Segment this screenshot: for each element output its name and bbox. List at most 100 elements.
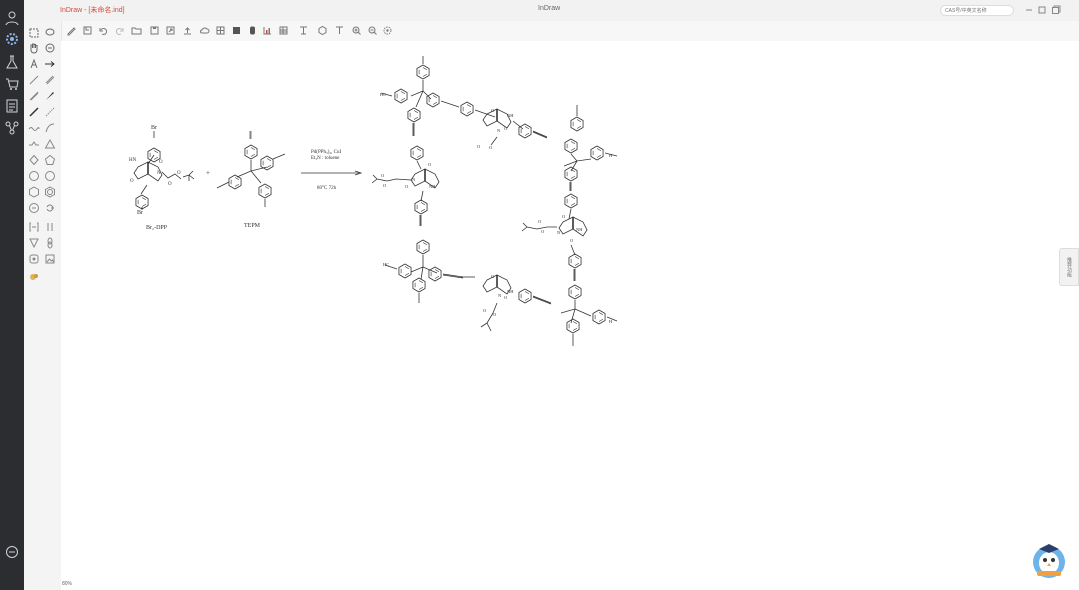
svg-text:NH: NH xyxy=(507,113,514,118)
pentagon-icon[interactable] xyxy=(44,154,56,166)
svg-text:HN: HN xyxy=(129,158,137,163)
svg-text:Br: Br xyxy=(151,125,157,131)
cyclopentane-icon[interactable] xyxy=(28,186,40,198)
cart-icon[interactable] xyxy=(4,76,20,92)
export-icon[interactable] xyxy=(165,25,176,36)
cyclohexane-icon[interactable] xyxy=(44,170,56,182)
wave-icon[interactable] xyxy=(28,122,40,134)
ring-icon[interactable] xyxy=(317,25,328,36)
reaction-arrow[interactable]: Pd(PPh₃)₄, CuI Et₃N : toluene 80°C 72h xyxy=(301,150,363,191)
bond-single-icon[interactable] xyxy=(28,74,40,86)
table-tool-icon[interactable] xyxy=(28,221,40,233)
minimize-icon[interactable] xyxy=(1023,4,1035,16)
triangle-icon[interactable] xyxy=(44,138,56,150)
eraser-icon[interactable] xyxy=(44,42,56,54)
redo-icon[interactable] xyxy=(114,25,125,36)
hexagon-icon[interactable] xyxy=(28,154,40,166)
reactant-br2-dpp[interactable]: Br HN O O N O O Br Br₂-DPP xyxy=(129,125,195,231)
svg-text:O: O xyxy=(168,182,172,187)
product-macrocycle[interactable] xyxy=(371,56,618,346)
text-icon[interactable] xyxy=(334,25,345,36)
svg-text:O: O xyxy=(493,312,497,317)
benzene-icon[interactable] xyxy=(28,138,40,150)
svg-text:O: O xyxy=(489,145,493,150)
hand-icon[interactable] xyxy=(28,42,40,54)
grid-icon[interactable] xyxy=(215,25,226,36)
save-icon[interactable] xyxy=(149,25,160,36)
chat-icon[interactable] xyxy=(4,544,20,560)
svg-text:O: O xyxy=(562,214,566,219)
svg-text:O: O xyxy=(428,162,432,167)
app-name: InDraw xyxy=(538,5,561,12)
molecule-icon[interactable] xyxy=(4,120,20,136)
conditions-line2: Et₃N : toluene xyxy=(311,156,340,161)
rect-select-icon[interactable] xyxy=(28,27,40,39)
svg-text:O: O xyxy=(381,173,385,178)
tool-palette xyxy=(24,21,62,590)
select-icon[interactable] xyxy=(231,25,242,36)
line-icon[interactable] xyxy=(28,106,40,118)
svg-text:N: N xyxy=(497,128,501,133)
maximize-icon[interactable] xyxy=(1036,4,1048,16)
open-icon[interactable] xyxy=(82,25,93,36)
settings-icon[interactable] xyxy=(382,25,393,36)
folder-icon[interactable] xyxy=(131,25,142,36)
lasso-icon[interactable] xyxy=(44,27,56,39)
orbital-icon[interactable] xyxy=(44,221,56,233)
zoom-in-icon[interactable] xyxy=(351,25,362,36)
flask-icon[interactable] xyxy=(4,54,20,70)
document-icon[interactable] xyxy=(4,98,20,114)
svg-text:H: H xyxy=(609,319,613,324)
svg-text:O: O xyxy=(541,229,545,234)
settings-icon[interactable] xyxy=(4,31,20,47)
atom-icon[interactable] xyxy=(28,253,40,265)
arrow-tool-icon[interactable] xyxy=(44,58,56,70)
restore-icon[interactable] xyxy=(1050,4,1062,16)
conditions-line3: 80°C 72h xyxy=(317,186,337,191)
structure-icon[interactable] xyxy=(298,25,309,36)
undo-icon[interactable] xyxy=(98,25,109,36)
title-bar: InDraw - [未命名.ind] InDraw xyxy=(24,0,1079,22)
curve-icon[interactable] xyxy=(44,122,56,134)
plus-sign: + xyxy=(206,169,210,177)
flask-tool-icon[interactable] xyxy=(28,237,40,249)
main-toolbar xyxy=(61,21,1079,42)
bracket-icon[interactable] xyxy=(28,202,40,214)
cloud-icon[interactable] xyxy=(199,25,210,36)
circle-icon[interactable] xyxy=(28,170,40,182)
table-icon[interactable] xyxy=(278,25,289,36)
zoom-out-icon[interactable] xyxy=(367,25,378,36)
user-icon[interactable] xyxy=(4,10,20,26)
upload-icon[interactable] xyxy=(182,25,193,36)
recommend-tab[interactable]: 推荐功能 xyxy=(1059,248,1079,286)
symbol-icon[interactable] xyxy=(44,202,56,214)
svg-text:H: H xyxy=(609,153,613,158)
template-icon[interactable] xyxy=(44,237,56,249)
chart-icon[interactable] xyxy=(262,25,273,36)
search-input[interactable] xyxy=(940,5,1014,16)
cycloheptane-icon[interactable] xyxy=(44,186,56,198)
svg-text:O: O xyxy=(383,183,387,188)
bond-hash-icon[interactable] xyxy=(44,90,56,102)
svg-text:NH: NH xyxy=(507,289,514,294)
left-app-bar xyxy=(0,0,24,590)
text-tool-icon[interactable] xyxy=(28,58,40,70)
reaction-scheme[interactable]: Br HN O O N O O Br Br₂-DPP + TEPM Pd(PPh… xyxy=(61,41,1079,590)
svg-text:O: O xyxy=(504,295,508,300)
color-icon[interactable] xyxy=(247,25,258,36)
svg-text:O: O xyxy=(570,238,574,243)
chain-icon[interactable] xyxy=(44,106,56,118)
svg-text:O: O xyxy=(538,219,542,224)
image-icon[interactable] xyxy=(44,253,56,265)
new-icon[interactable] xyxy=(66,25,77,36)
svg-text:O: O xyxy=(159,160,163,165)
bond-double-icon[interactable] xyxy=(44,74,56,86)
bond-wedge-icon[interactable] xyxy=(28,90,40,102)
svg-text:O: O xyxy=(477,144,481,149)
conditions-line1: Pd(PPh₃)₄, CuI xyxy=(311,150,341,155)
svg-text:N: N xyxy=(157,171,161,176)
assistant-mascot-icon[interactable] xyxy=(1031,541,1067,579)
bio-icon[interactable] xyxy=(28,271,40,283)
reactant-tepm[interactable]: TEPM xyxy=(216,131,286,229)
reactant1-label: Br₂-DPP xyxy=(146,225,168,231)
